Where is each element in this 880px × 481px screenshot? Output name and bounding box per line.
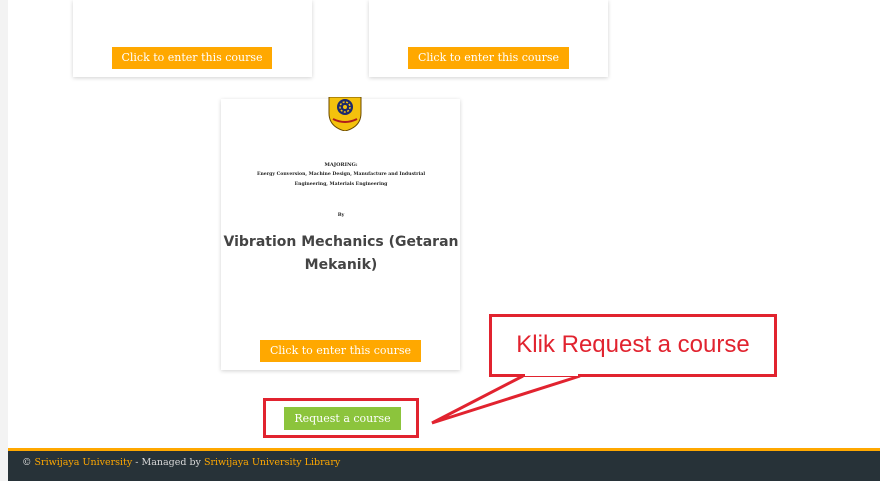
course-title[interactable]: Vibration Mechanics (Getaran Mekanik) — [222, 231, 460, 277]
university-logo-icon — [328, 97, 362, 131]
annotation-callout: Klik Request a course — [489, 314, 777, 377]
copyright-symbol: © — [22, 457, 32, 468]
footer-library-link[interactable]: Sriwijaya University Library — [204, 457, 340, 468]
majoring-label: MAJORING: — [324, 162, 358, 168]
enter-course-button-vibration-mechanics[interactable]: Click to enter this course — [260, 340, 421, 362]
by-label: By — [337, 213, 345, 218]
annotation-text: Klik Request a course — [516, 331, 750, 358]
site-footer: © Sriwijaya University - Managed by Sriw… — [8, 451, 880, 481]
majoring-line-2: Engineering, Materials Engineering — [294, 182, 388, 187]
majoring-line-1: Energy Conversion, Machine Design, Manuf… — [256, 172, 426, 177]
footer-university-link[interactable]: Sriwijaya University — [35, 457, 133, 468]
footer-separator-text: - Managed by — [132, 457, 204, 468]
enter-course-button-top-left[interactable]: Click to enter this course — [112, 47, 272, 69]
request-course-button[interactable]: Request a course — [284, 407, 401, 430]
enter-course-button-top-right[interactable]: Click to enter this course — [408, 47, 569, 69]
